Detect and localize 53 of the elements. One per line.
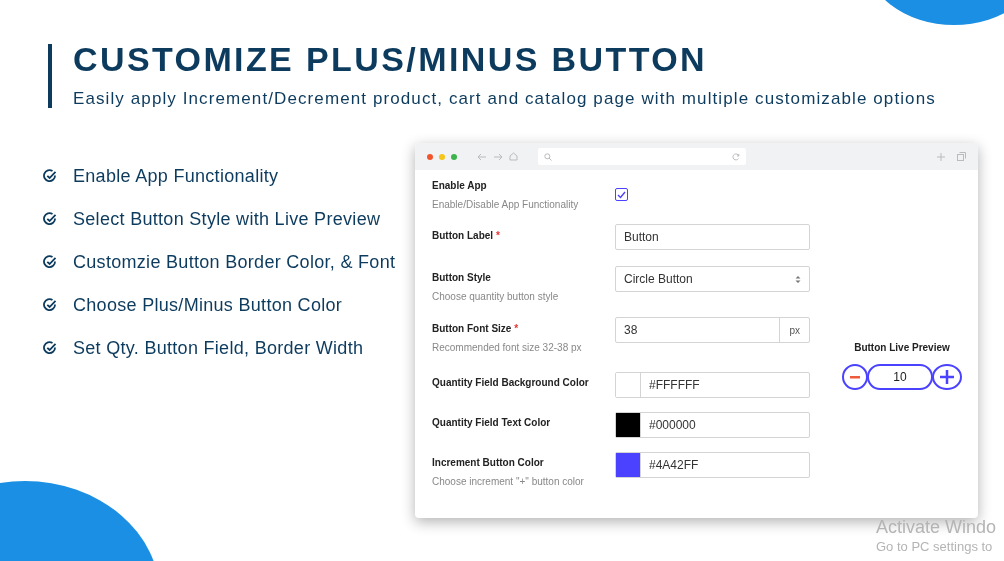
reload-icon[interactable] [732, 152, 740, 161]
field-label: Increment Button Color [432, 457, 545, 468]
plus-icon[interactable] [937, 152, 945, 161]
field-label: Quantity Field Background Color [432, 377, 590, 388]
field-description: Choose quantity button style [432, 291, 560, 302]
quantity-field[interactable]: 10 [867, 364, 933, 390]
color-field[interactable]: #000000 [615, 412, 810, 438]
page-title: CUSTOMIZE PLUS/MINUS BUTTON [73, 42, 707, 76]
field-description: Recommended font size 32-38 px [432, 342, 583, 353]
feature-text: Select Button Style with Live Preview [73, 208, 381, 231]
feature-text: Enable App Functionality [73, 165, 279, 188]
tabs-icon[interactable] [957, 152, 966, 161]
check-circle-icon [43, 169, 57, 183]
field-label: Button Style [432, 272, 492, 283]
activation-notice: Go to PC settings to [876, 538, 994, 556]
window-dot[interactable] [427, 153, 433, 160]
minus-button[interactable] [842, 364, 868, 390]
check-circle-icon [43, 212, 57, 226]
check-circle-icon [43, 298, 57, 312]
color-field[interactable]: #4A42FF [615, 452, 810, 478]
number-field[interactable]: 38 px [615, 317, 810, 343]
field-label: Button Label * [432, 230, 501, 241]
address-bar[interactable] [538, 148, 746, 165]
minus-icon [850, 375, 860, 379]
preview-title: Button Live Preview [854, 342, 950, 353]
plus-icon [940, 370, 954, 384]
color-swatch[interactable] [616, 413, 641, 437]
home-icon[interactable] [509, 152, 518, 161]
activation-notice: Activate Windo [876, 516, 997, 538]
checkbox[interactable] [615, 188, 628, 201]
color-swatch[interactable] [616, 453, 641, 477]
color-field[interactable]: #FFFFFF [615, 372, 810, 398]
window-dot[interactable] [439, 153, 445, 160]
feature-text: Choose Plus/Minus Button Color [73, 294, 343, 317]
plus-button[interactable] [932, 364, 962, 390]
feature-text: Customzie Button Border Color, & Font [73, 251, 396, 274]
field-label: Quantity Field Text Color [432, 417, 552, 428]
page-subtitle: Easily apply Increment/Decrement product, cart and catalog page with multiple customizable options [73, 89, 936, 109]
check-circle-icon [43, 341, 57, 355]
field-description: Enable/Disable App Functionality [432, 199, 580, 210]
field-description: Choose increment "+" button color [432, 476, 585, 487]
search-icon [544, 152, 552, 161]
input-field[interactable]: Button [615, 224, 810, 250]
sort-arrows-icon [795, 274, 801, 284]
field-label: Enable App [432, 180, 488, 191]
forward-arrow-icon[interactable] [493, 152, 503, 161]
color-swatch[interactable] [616, 373, 641, 397]
check-circle-icon [43, 255, 57, 269]
field-label: Button Font Size * [432, 323, 520, 334]
back-arrow-icon[interactable] [477, 152, 487, 161]
select-field[interactable]: Circle Button [615, 266, 810, 292]
feature-text: Set Qty. Button Field, Border Width [73, 337, 364, 360]
window-dot[interactable] [451, 153, 457, 160]
